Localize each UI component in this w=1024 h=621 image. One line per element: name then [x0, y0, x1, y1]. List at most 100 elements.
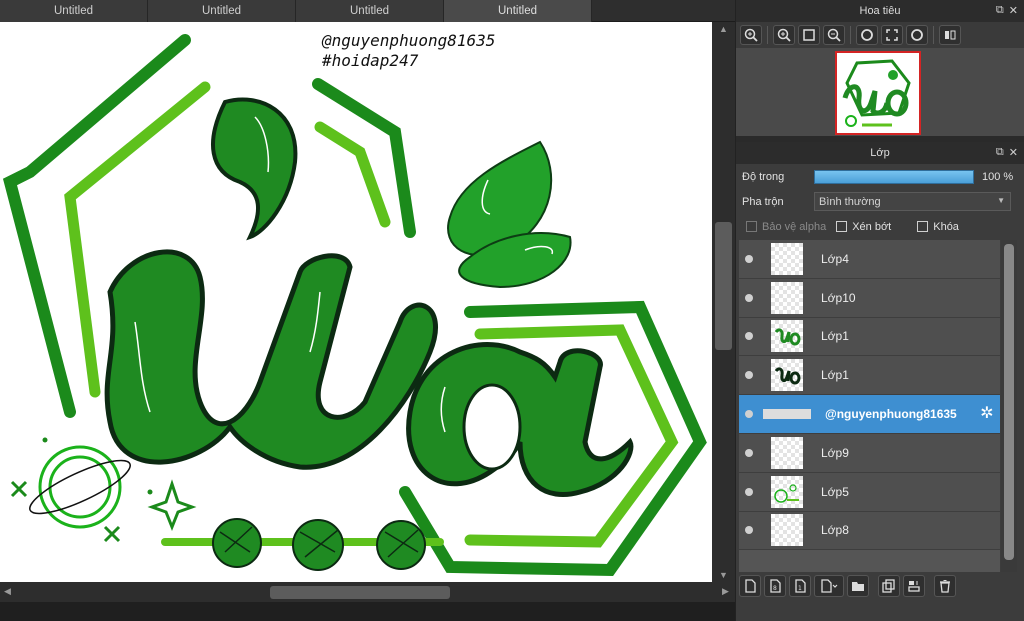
layer-name: Lớp5	[821, 484, 849, 499]
layer-row[interactable]: Lớp9	[739, 433, 1000, 473]
blend-mode-value: Bình thường	[819, 195, 881, 208]
clipping-checkbox[interactable]: Xén bớt	[836, 221, 891, 233]
new-8bit-layer-icon[interactable]: 8	[764, 575, 786, 597]
layer-thumbnail	[771, 359, 803, 392]
hexagon-left-light-top	[314, 121, 391, 228]
opacity-label: Độ trong	[742, 170, 785, 183]
blend-row: Pha trộn Bình thường ▼	[736, 189, 1024, 214]
rotate-right-icon[interactable]	[906, 25, 928, 45]
lock-checkbox[interactable]: Khóa	[917, 221, 959, 233]
sparkle-x-1	[10, 480, 28, 498]
flip-icon[interactable]	[939, 25, 961, 45]
merge-down-icon[interactable]	[903, 575, 925, 597]
signature-line-2: #hoidap247	[321, 51, 419, 70]
layer-list[interactable]: Lớp4 Lớp10 Lớp1 Lớp1 @nguyenphuong81635 …	[739, 240, 1000, 572]
duplicate-layer-icon[interactable]	[878, 575, 900, 597]
letter-hook	[211, 97, 298, 241]
layer-thumbnail	[771, 475, 803, 508]
svg-text:8: 8	[773, 585, 777, 592]
visibility-eye-icon[interactable]	[745, 410, 753, 419]
canvas-horizontal-scrollbar[interactable]: ◀ ▶	[0, 582, 735, 602]
folder-icon[interactable]	[847, 575, 869, 597]
opacity-slider[interactable]	[814, 169, 974, 184]
tab-untitled-4-active[interactable]: Untitled	[444, 0, 592, 22]
layers-title-bar: Lớp ⧉ ✕	[736, 142, 1024, 164]
layer-scroll-thumb[interactable]	[1004, 244, 1014, 560]
tab-untitled-2[interactable]: Untitled	[148, 0, 296, 22]
layer-row[interactable]: Lớp1	[739, 317, 1000, 357]
protect-alpha-label: Bảo vệ alpha	[762, 220, 827, 233]
fit-icon[interactable]	[798, 25, 820, 45]
delete-layer-icon[interactable]	[934, 575, 956, 597]
navigator-title: Hoa tiêu	[859, 5, 901, 17]
scroll-right-icon[interactable]: ▶	[722, 586, 729, 597]
blend-mode-select[interactable]: Bình thường ▼	[814, 192, 1011, 211]
layer-toolbar: 8 1	[739, 575, 956, 599]
undock-icon[interactable]: ⧉	[996, 4, 1004, 17]
navigator-thumbnail[interactable]	[835, 51, 921, 135]
zoom-out-icon[interactable]	[823, 25, 845, 45]
signature-line-1: @nguyenphuong81635	[321, 31, 495, 50]
layer-thumbnail	[771, 320, 803, 353]
layer-row[interactable]: Lớp1	[739, 356, 1000, 396]
undock-icon[interactable]: ⧉	[996, 146, 1004, 159]
lock-label: Khóa	[933, 220, 959, 233]
tab-untitled-1[interactable]: Untitled	[0, 0, 148, 22]
fullscreen-icon[interactable]	[881, 25, 903, 45]
scroll-down-icon[interactable]: ▼	[716, 570, 731, 580]
zoom-in-small-icon[interactable]	[773, 25, 795, 45]
visibility-eye-icon[interactable]	[745, 332, 753, 341]
layer-name: Lớp4	[821, 251, 849, 266]
gear-icon[interactable]: ✲	[978, 405, 996, 423]
scroll-up-icon[interactable]: ▲	[716, 24, 731, 34]
navigator-preview[interactable]	[736, 48, 1024, 136]
layer-row[interactable]: Lớp4	[739, 240, 1000, 279]
add-layer-menu-icon[interactable]	[814, 575, 844, 597]
drawing-canvas[interactable]: @nguyenphuong81635 #hoidap247	[0, 22, 712, 582]
layer-name: Lớp1	[821, 329, 849, 344]
vertical-scroll-thumb[interactable]	[715, 222, 732, 350]
letter-a-counter	[462, 383, 522, 471]
layer-thumbnail	[771, 242, 803, 275]
layer-name: @nguyenphuong81635	[825, 407, 957, 422]
chevron-down-icon: ▼	[997, 196, 1005, 205]
layer-thumbnail	[771, 436, 803, 469]
layer-row-selected[interactable]: @nguyenphuong81635 ✲	[739, 395, 1000, 434]
layer-name: Lớp8	[821, 523, 849, 538]
visibility-eye-icon[interactable]	[745, 448, 753, 457]
opacity-row: Độ trong 100 %	[736, 164, 1024, 189]
layer-list-scrollbar[interactable]	[1001, 240, 1017, 572]
rotate-left-icon[interactable]	[856, 25, 878, 45]
close-icon[interactable]: ✕	[1009, 4, 1018, 17]
close-icon[interactable]: ✕	[1009, 146, 1018, 159]
layer-row[interactable]: Lớp10	[739, 278, 1000, 318]
new-1bit-layer-icon[interactable]: 1	[789, 575, 811, 597]
visibility-eye-icon[interactable]	[745, 254, 753, 263]
artwork: @nguyenphuong81635 #hoidap247	[2, 31, 707, 577]
layer-thumbnail	[771, 281, 803, 314]
status-strip	[0, 602, 735, 621]
layer-row[interactable]: Lớp8	[739, 511, 1000, 551]
zoom-in-icon[interactable]	[740, 25, 762, 45]
visibility-eye-icon[interactable]	[745, 371, 753, 380]
new-layer-icon[interactable]	[739, 575, 761, 597]
document-tab-bar: Untitled Untitled Untitled Untitled	[0, 0, 735, 22]
svg-text:1: 1	[798, 585, 802, 592]
horizontal-scroll-thumb[interactable]	[270, 586, 450, 599]
visibility-eye-icon[interactable]	[745, 526, 753, 535]
visibility-eye-icon[interactable]	[745, 487, 753, 496]
canvas-vertical-scrollbar[interactable]: ▲ ▼	[712, 22, 735, 584]
tab-untitled-3[interactable]: Untitled	[296, 0, 444, 22]
layer-options-row: Bảo vệ alpha Xén bớt Khóa	[736, 214, 1024, 239]
layer-thumbnail	[771, 514, 803, 547]
layers-title: Lớp	[870, 147, 890, 159]
layer-name: Lớp9	[821, 445, 849, 460]
navigator-title-bar: Hoa tiêu ⧉ ✕	[736, 0, 1024, 22]
text-layer-thumbnail	[763, 409, 811, 420]
navigator-toolbar	[736, 22, 1024, 48]
layer-row[interactable]: Lớp5	[739, 472, 1000, 512]
scroll-left-icon[interactable]: ◀	[4, 586, 11, 597]
clipping-label: Xén bớt	[852, 220, 892, 233]
protect-alpha-checkbox[interactable]: Bảo vệ alpha	[746, 221, 826, 233]
visibility-eye-icon[interactable]	[745, 293, 753, 302]
